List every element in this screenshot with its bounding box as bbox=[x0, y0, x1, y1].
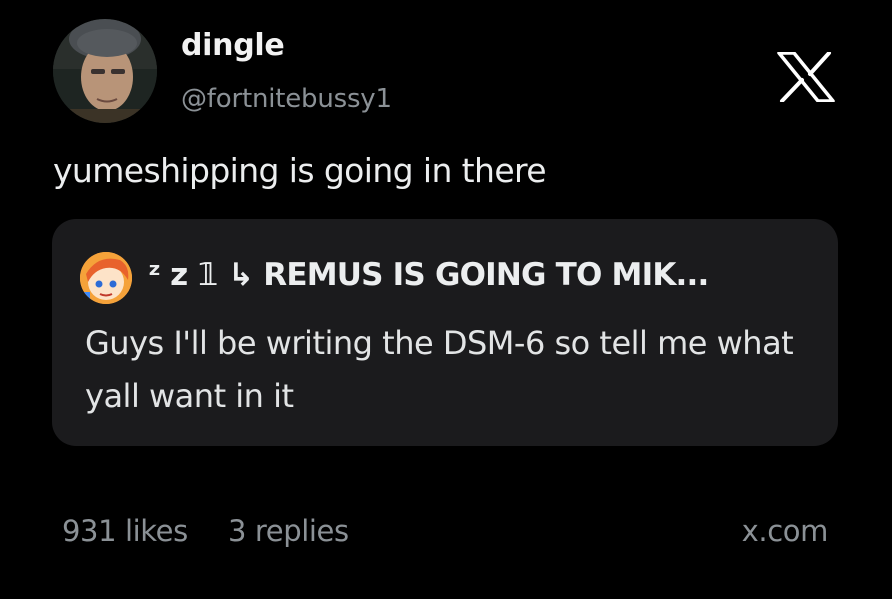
quoted-tweet-card[interactable]: ᶻ z 𝟙 ↳ REMUS IS GOING TO MIK... Guys I'… bbox=[52, 219, 838, 446]
tweet-text: yumeshipping is going in there bbox=[53, 151, 547, 190]
author-display-name[interactable]: dingle bbox=[181, 28, 285, 63]
x-logo-icon[interactable] bbox=[777, 51, 835, 103]
quoted-author-avatar[interactable] bbox=[80, 252, 132, 304]
quoted-tweet-text: Guys I'll be writing the DSM-6 so tell m… bbox=[85, 324, 794, 415]
quoted-author-name[interactable]: ᶻ z 𝟙 ↳ REMUS IS GOING TO MIK... bbox=[148, 257, 709, 293]
author-handle[interactable]: @fortnitebussy1 bbox=[181, 84, 392, 114]
anime-avatar-icon bbox=[80, 252, 132, 304]
likes-count[interactable]: 931 likes bbox=[62, 514, 188, 548]
source-link[interactable]: x.com bbox=[742, 514, 829, 548]
author-avatar[interactable] bbox=[53, 19, 157, 123]
replies-count[interactable]: 3 replies bbox=[228, 514, 349, 548]
profile-photo-icon bbox=[53, 19, 157, 123]
